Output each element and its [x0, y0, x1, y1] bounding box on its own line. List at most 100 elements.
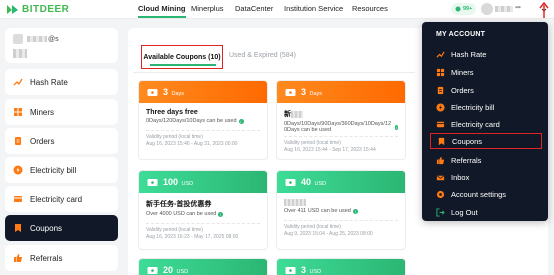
- sidebar-item-label: Electricity card: [30, 194, 83, 204]
- nav-minerplus[interactable]: Minerplus: [191, 4, 224, 13]
- coupon-description: 0Days/120Days/10Days can be used i: [139, 116, 267, 124]
- sidebar-item-electricity-card[interactable]: Electricity card: [5, 186, 118, 212]
- vip-icon: [455, 6, 461, 12]
- coupon-validity-dates: Aug 16, 2023 15:46 - Aug 31, 2023 00:00: [146, 141, 238, 147]
- coupon-title: 新: [277, 103, 405, 119]
- coupon-amount: 100 USD: [163, 177, 194, 187]
- sidebar-item-coupons[interactable]: Coupons: [5, 215, 118, 241]
- masked-text: [284, 199, 306, 206]
- coupon-card[interactable]: 20 USD: [138, 258, 268, 275]
- orders-icon: [15, 137, 21, 145]
- ticket-icon: [147, 178, 158, 186]
- dropdown-item-inbox[interactable]: Inbox: [430, 169, 542, 185]
- coupon-validity-label: Validity period (local time): [284, 224, 341, 231]
- dropdown-item-label: Hash Rate: [451, 49, 487, 59]
- user-card: @s: [5, 28, 118, 63]
- coupon-card[interactable]: 100 USD 新手任务-首投优惠券 Over 4000 USD can be …: [138, 170, 268, 250]
- sidebar-item-label: Miners: [30, 107, 55, 117]
- info-icon[interactable]: i: [394, 124, 398, 130]
- dropdown-item-label: Coupons: [452, 136, 483, 146]
- annotation-arrow-icon: [539, 2, 549, 18]
- coupon-card[interactable]: 40 USD Over 411 USD can be used i Validit…: [276, 170, 406, 250]
- coupon-description: Over 4000 USD can be used i: [139, 209, 267, 217]
- thumb-up-icon: [14, 254, 22, 262]
- nav-resources[interactable]: Resources: [352, 4, 388, 13]
- coupon-header: 3 Days: [139, 81, 267, 103]
- ticket-icon: [285, 178, 296, 186]
- nav-datacenter[interactable]: DataCenter: [235, 4, 273, 13]
- info-icon[interactable]: i: [352, 208, 358, 214]
- orders-icon: [437, 86, 444, 94]
- dropdown-item-coupons[interactable]: Coupons: [430, 133, 542, 149]
- grid-icon: [14, 108, 22, 116]
- coupon-card[interactable]: 3 Days 新 0Days/10Days/90Days/360Days/10D…: [276, 80, 406, 160]
- vip-count: 99+: [463, 6, 473, 12]
- info-icon[interactable]: i: [218, 211, 224, 217]
- dropdown-item-label: Electricity bill: [451, 102, 495, 112]
- coupon-validity-label: Validity period (local time): [284, 140, 341, 146]
- dropdown-item-log-out[interactable]: Log Out: [430, 204, 542, 220]
- dropdown-item-account-settings[interactable]: Account settings: [430, 186, 542, 202]
- dropdown-item-label: Electricity card: [451, 119, 500, 129]
- dropdown-item-label: Log Out: [451, 207, 478, 217]
- dropdown-item-electricity-bill[interactable]: Electricity bill: [430, 99, 542, 115]
- ticket-icon: [285, 266, 296, 274]
- logout-icon: [436, 207, 445, 217]
- nav-cloud-mining[interactable]: Cloud Mining: [138, 4, 186, 18]
- sidebar-item-orders[interactable]: Orders: [5, 128, 118, 154]
- account-dropdown-menu: MY ACCOUNT Hash Rate Miners Orders Elect…: [422, 22, 548, 221]
- inbox-icon: [436, 174, 445, 180]
- avatar: [13, 34, 23, 44]
- brand-logo[interactable]: BITDEER: [6, 3, 69, 16]
- coupon-title: [277, 193, 405, 206]
- ticket-icon: [147, 88, 158, 96]
- coupon-amount: 3 Days: [163, 87, 185, 97]
- gear-icon: [436, 190, 445, 198]
- coupon-title: Three days free: [146, 109, 198, 116]
- coupon-title: 新手任务-首投优惠券: [146, 201, 212, 208]
- sidebar-item-hash-rate[interactable]: Hash Rate: [5, 69, 118, 95]
- sidebar-item-electricity-bill[interactable]: Electricity bill: [5, 157, 118, 183]
- coupon-validity-label: Validity period (local time): [146, 227, 203, 233]
- coupon-description: 0Days/10Days/90Days/360Days/10Days/12 0D…: [284, 121, 398, 133]
- info-icon[interactable]: i: [238, 118, 244, 124]
- sidebar-item-label: Referrals: [30, 253, 63, 263]
- dropdown-item-hash-rate[interactable]: Hash Rate: [430, 46, 542, 62]
- dropdown-item-label: Orders: [451, 85, 474, 95]
- sidebar-username: @s: [27, 36, 59, 43]
- nav-institution-service[interactable]: Institution Service: [284, 4, 343, 13]
- sidebar-item-label: Electricity bill: [30, 165, 77, 175]
- coupon-description: Over 411 USD can be used i: [277, 206, 405, 214]
- coupon-header: 20 USD: [139, 259, 267, 275]
- sidebar-item-label: Coupons: [30, 223, 63, 233]
- dropdown-item-orders[interactable]: Orders: [430, 82, 542, 98]
- dropdown-item-label: Referrals: [451, 155, 482, 165]
- sidebar-item-referrals[interactable]: Referrals: [5, 245, 118, 271]
- dropdown-item-referrals[interactable]: Referrals: [430, 152, 542, 168]
- coupon-amount: 3 USD: [301, 265, 322, 275]
- chart-line-icon: [436, 50, 445, 58]
- coupon-card[interactable]: 3 Days Three days free 0Days/120Days/10D…: [138, 80, 268, 160]
- coupon-header: 40 USD: [277, 171, 405, 193]
- brand-name: BITDEER: [22, 4, 70, 15]
- sidebar-item-label: Hash Rate: [30, 77, 68, 87]
- vip-badge[interactable]: 99+: [451, 3, 477, 15]
- coupon-amount: 40 USD: [301, 177, 327, 187]
- dropdown-title: MY ACCOUNT: [436, 31, 486, 38]
- dropdown-item-miners[interactable]: Miners: [430, 64, 542, 80]
- dropdown-item-electricity-card[interactable]: Electricity card: [430, 116, 542, 132]
- coupon-validity-dates: Aug 9, 2023 15:04 - Aug 25, 2023 08:00: [284, 231, 373, 238]
- card-icon: [14, 196, 22, 202]
- ticket-icon: [285, 88, 296, 96]
- bitdeer-logo-icon: [7, 5, 18, 14]
- sidebar: @s Hash Rate Miners Orders Electricity b…: [5, 28, 118, 275]
- tab-used-expired[interactable]: Used & Expired (584): [229, 52, 296, 59]
- avatar[interactable]: [481, 3, 493, 15]
- grid-icon: [436, 68, 445, 76]
- coupon-icon: [15, 224, 21, 232]
- card-icon: [436, 121, 445, 127]
- coupon-card[interactable]: 3 USD: [276, 258, 406, 275]
- sidebar-item-miners[interactable]: Miners: [5, 99, 118, 125]
- masked-text: [291, 110, 303, 118]
- dropdown-item-label: Miners: [451, 67, 474, 77]
